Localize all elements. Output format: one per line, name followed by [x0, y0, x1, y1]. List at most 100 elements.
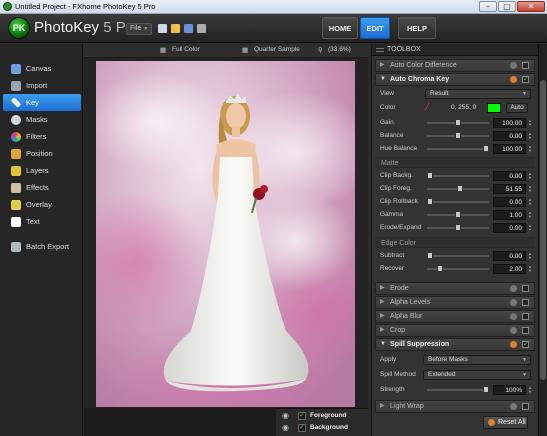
home-tab[interactable]: HOME: [322, 17, 358, 39]
section-alpha-blur[interactable]: ▶ Alpha Blur: [375, 310, 535, 323]
balance-value[interactable]: 0.00: [493, 131, 526, 141]
clip-foreg-value[interactable]: 51.55: [493, 184, 526, 194]
slider-knob[interactable]: [455, 132, 461, 139]
view-dropdown[interactable]: Result ▼: [425, 89, 531, 99]
sidebar-item-filters[interactable]: Filters: [3, 128, 81, 145]
spinner-arrows-icon[interactable]: ▲ ▼: [528, 119, 533, 127]
gain-value[interactable]: 100.00: [493, 118, 526, 128]
composited-photo[interactable]: [96, 61, 355, 407]
close-button[interactable]: ✕: [517, 1, 545, 12]
slider-knob[interactable]: [483, 386, 489, 393]
gamma-slider[interactable]: [427, 211, 489, 218]
spinner-arrows-icon[interactable]: ▲ ▼: [528, 198, 533, 206]
sidebar-item-key[interactable]: Key: [3, 94, 81, 111]
enable-checkbox[interactable]: ✓: [522, 341, 529, 348]
key-color-swatch[interactable]: [487, 103, 501, 113]
color-mode-dropdown[interactable]: Full Color: [172, 46, 200, 53]
spinner-arrows-icon[interactable]: ▲ ▼: [528, 185, 533, 193]
eye-icon[interactable]: ◉: [282, 412, 294, 420]
sidebar-item-effects[interactable]: Effects: [3, 179, 81, 196]
new-project-icon[interactable]: [158, 24, 167, 33]
enable-checkbox[interactable]: [522, 313, 529, 320]
spinner-arrows-icon[interactable]: ▲ ▼: [528, 145, 533, 153]
edit-tab[interactable]: EDIT: [360, 17, 390, 39]
background-checkbox[interactable]: ✓: [298, 424, 306, 432]
eyedropper-icon[interactable]: ╱: [425, 104, 433, 112]
recover-slider[interactable]: [427, 265, 489, 272]
reset-icon[interactable]: [510, 62, 517, 69]
section-alpha-levels[interactable]: ▶ Alpha Levels: [375, 296, 535, 309]
apply-dropdown[interactable]: Before Masks ▼: [423, 355, 531, 365]
enable-checkbox[interactable]: ✓: [522, 76, 529, 83]
foreground-checkbox[interactable]: ✓: [298, 412, 306, 420]
slider-knob[interactable]: [457, 185, 463, 192]
sidebar-item-masks[interactable]: Masks: [3, 111, 81, 128]
recover-value[interactable]: 2.00: [493, 264, 526, 274]
maximize-button[interactable]: □: [498, 1, 516, 12]
sidebar-item-import[interactable]: Import: [3, 77, 81, 94]
clip-backg-value[interactable]: 0.00: [493, 171, 526, 181]
strength-slider[interactable]: [427, 386, 489, 393]
slider-knob[interactable]: [437, 265, 443, 272]
sidebar-item-layers[interactable]: Layers: [3, 162, 81, 179]
reset-icon[interactable]: [510, 403, 517, 410]
section-auto-color-difference[interactable]: ▶ Auto Color Difference: [375, 59, 535, 72]
enable-checkbox[interactable]: [522, 285, 529, 292]
sidebar-item-overlay[interactable]: Overlay: [3, 196, 81, 213]
section-spill-suppression[interactable]: ▼ Spill Suppression ✓: [375, 338, 535, 351]
reset-all-button[interactable]: Reset All: [483, 416, 528, 429]
sidebar-item-batch-export[interactable]: Batch Export: [3, 238, 81, 255]
erode-expand-value[interactable]: 0.00: [493, 223, 526, 233]
minimize-button[interactable]: –: [479, 1, 497, 12]
save-project-icon[interactable]: [184, 24, 193, 33]
spinner-arrows-icon[interactable]: ▲ ▼: [528, 265, 533, 273]
auto-button[interactable]: Auto: [506, 103, 528, 113]
reset-icon[interactable]: [510, 327, 517, 334]
gamma-value[interactable]: 1.00: [493, 210, 526, 220]
subtract-value[interactable]: 0.00: [493, 251, 526, 261]
slider-knob[interactable]: [427, 172, 433, 179]
section-light-wrap[interactable]: ▶ Light Wrap: [375, 400, 535, 413]
clip-rollback-value[interactable]: 0.00: [493, 197, 526, 207]
erode-expand-slider[interactable]: [427, 224, 489, 231]
enable-checkbox[interactable]: [522, 299, 529, 306]
enable-checkbox[interactable]: [522, 62, 529, 69]
slider-knob[interactable]: [455, 211, 461, 218]
clip-foreg-slider[interactable]: [427, 185, 489, 192]
reset-icon[interactable]: [510, 285, 517, 292]
scrollbar-thumb[interactable]: [540, 80, 546, 380]
spinner-arrows-icon[interactable]: ▲ ▼: [528, 132, 533, 140]
spinner-arrows-icon[interactable]: ▲ ▼: [528, 252, 533, 260]
subtract-slider[interactable]: [427, 252, 489, 259]
section-auto-chroma-key[interactable]: ▼ Auto Chroma Key ✓: [375, 73, 535, 86]
clip-backg-slider[interactable]: [427, 172, 489, 179]
gain-slider[interactable]: [427, 119, 489, 126]
spinner-arrows-icon[interactable]: ▲ ▼: [528, 211, 533, 219]
spinner-arrows-icon[interactable]: ▲ ▼: [528, 224, 533, 232]
slider-knob[interactable]: [427, 198, 433, 205]
zoom-level[interactable]: (33.6%): [328, 46, 351, 53]
reset-icon[interactable]: [510, 313, 517, 320]
slider-knob[interactable]: [455, 224, 461, 231]
sidebar-item-canvas[interactable]: Canvas: [3, 60, 81, 77]
sample-dropdown[interactable]: Quarter Sample: [254, 46, 300, 53]
toolbox-scrollbar[interactable]: [538, 44, 547, 436]
section-crop[interactable]: ▶ Crop: [375, 324, 535, 337]
reset-icon[interactable]: [510, 76, 517, 83]
hue-balance-value[interactable]: 100.00: [493, 144, 526, 154]
sidebar-item-text[interactable]: Text: [3, 213, 81, 230]
strength-value[interactable]: 100%: [493, 385, 526, 395]
spinner-arrows-icon[interactable]: ▲ ▼: [528, 172, 533, 180]
open-project-icon[interactable]: [171, 24, 180, 33]
eye-icon[interactable]: ◉: [282, 424, 294, 432]
slider-knob[interactable]: [483, 145, 489, 152]
reset-icon[interactable]: [510, 341, 517, 348]
slider-knob[interactable]: [455, 119, 461, 126]
file-menu[interactable]: File ▼: [126, 23, 152, 35]
balance-slider[interactable]: [427, 132, 489, 139]
spinner-arrows-icon[interactable]: ▲ ▼: [528, 386, 533, 394]
spill-method-dropdown[interactable]: Extended ▼: [423, 370, 531, 380]
enable-checkbox[interactable]: [522, 403, 529, 410]
clip-rollback-slider[interactable]: [427, 198, 489, 205]
hue-balance-slider[interactable]: [427, 145, 489, 152]
